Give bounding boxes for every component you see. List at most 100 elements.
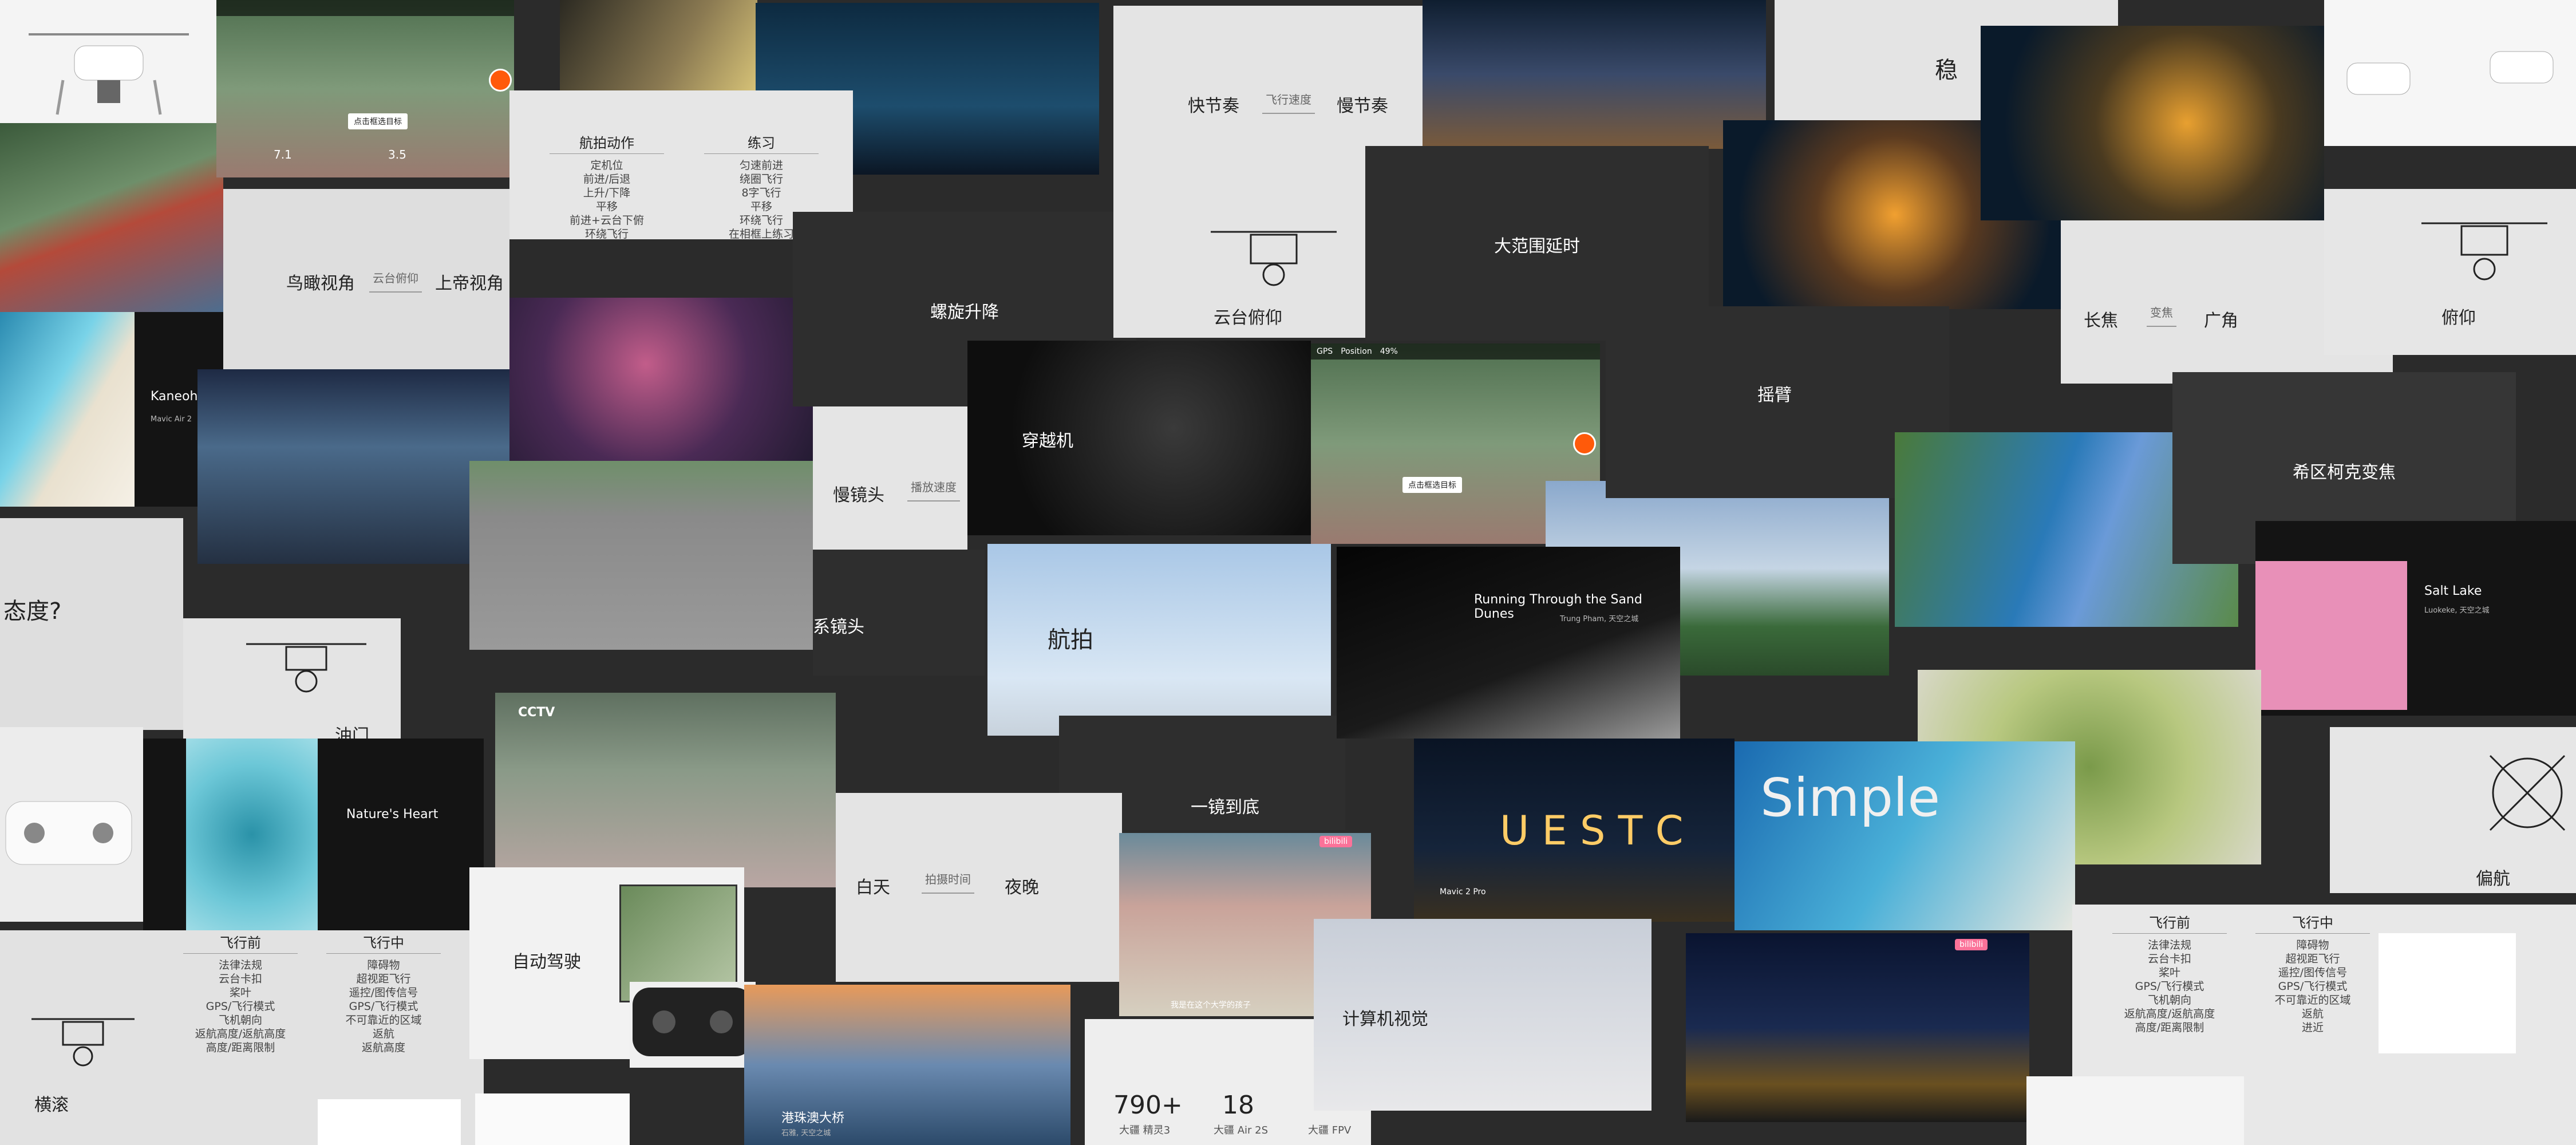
- action-item: 定机位: [590, 159, 623, 172]
- hzmb-title: 港珠澳大桥: [781, 1111, 845, 1126]
- practice-item: 匀速前进: [739, 159, 783, 172]
- inflight-item: 障碍物: [367, 959, 400, 972]
- inflight-item: 返航: [372, 1028, 394, 1040]
- record-button-2[interactable]: [1573, 432, 1596, 455]
- remote-controller-icon: [633, 988, 753, 1056]
- one-take-label: 一镜到底: [1191, 797, 1259, 818]
- salt-lake-subtitle: Luokeke, 天空之城: [2424, 606, 2490, 615]
- yaw-card: 偏航: [2330, 727, 2576, 893]
- tilt-label: 俯仰: [2441, 308, 2476, 328]
- track-target-button-2[interactable]: 点击框选目标: [1402, 477, 1462, 493]
- preflight2-item: GPS/飞行模式: [2135, 980, 2204, 993]
- inflight2-item: 超视距飞行: [2285, 953, 2340, 965]
- tilt-card: 俯仰: [2324, 189, 2576, 355]
- night-label: 夜晚: [1005, 878, 1039, 898]
- roll-drone-icon: [29, 1005, 137, 1073]
- actions-title: 航拍动作: [550, 136, 664, 154]
- preflight-item: GPS/飞行模式: [206, 1000, 275, 1013]
- gimbal-tilt-label: 云台俯仰: [1214, 308, 1282, 328]
- hzmb-bridge-photo: 港珠澳大桥 石雅, 天空之城: [744, 985, 1070, 1145]
- yaw-label: 偏航: [2476, 869, 2510, 889]
- bird-view-card: 鸟瞰视角 云台俯仰 上帝视角: [223, 189, 509, 378]
- gimbal-tilt-card: 云台俯仰: [1113, 206, 1371, 338]
- inflight2-item: 进近: [2301, 1021, 2324, 1034]
- hud-h-value: 7.1: [274, 148, 292, 161]
- practice-item: 8字飞行: [741, 187, 781, 199]
- action-item: 上升/下降: [583, 187, 631, 199]
- action-item: 前进/后退: [583, 173, 631, 185]
- cctv-park-video: CCTV: [495, 693, 836, 887]
- preflight-list-2: 飞行前 法律法规 云台卡扣 桨叶 GPS/飞行模式 飞机朝向 返航高度/返航高度…: [2112, 916, 2227, 1035]
- preflight2-title: 飞行前: [2112, 916, 2227, 934]
- stat1-number: 790+: [1113, 1091, 1183, 1120]
- controller-photo: [0, 727, 143, 922]
- attitude-text: 态度?: [3, 598, 62, 625]
- record-button[interactable]: [489, 69, 512, 92]
- slow-tempo-label: 慢节奏: [1337, 96, 1388, 116]
- tilt-small-label: 云台俯仰: [369, 269, 422, 293]
- inflight2-item: 返航: [2301, 1008, 2324, 1020]
- slow-cam-label: 慢镜头: [833, 485, 884, 506]
- inflight2-item: 不可靠近的区域: [2274, 994, 2351, 1006]
- natures-heart-title: Nature's Heart: [346, 807, 438, 822]
- aerial-card: 航拍: [987, 544, 1331, 736]
- hitchcock-label: 希区柯克变焦: [2293, 463, 2396, 483]
- inflight-item: 不可靠近的区域: [345, 1014, 422, 1026]
- app-hud-screenshot-1: 点击框选目标 7.1 3.5: [216, 0, 514, 177]
- cv-card: 计算机视觉: [1314, 919, 1652, 1111]
- preflight-item: 飞机朝向: [218, 1014, 262, 1026]
- fpv-label: 穿越机: [1022, 431, 1073, 451]
- shoot-time-label: 拍摄时间: [922, 870, 974, 894]
- stat1-label: 大疆 精灵3: [1119, 1124, 1171, 1136]
- hud-battery: 49%: [1380, 347, 1398, 356]
- playback-speed-label: 播放速度: [907, 478, 960, 502]
- preflight-item: 云台卡扣: [218, 973, 262, 985]
- bird-view-label: 鸟瞰视角: [286, 274, 355, 294]
- cv-label: 计算机视觉: [1342, 1009, 1428, 1029]
- crane-label: 摇臂: [1757, 385, 1792, 405]
- inflight-item: 超视距飞行: [356, 973, 411, 985]
- throttle-drone-icon: [240, 635, 372, 698]
- action-item: 环绕飞行: [584, 228, 629, 239]
- action-item: 平移: [595, 200, 618, 213]
- track-target-button[interactable]: 点击框选目标: [348, 113, 408, 129]
- preflight-item: 返航高度/返航高度: [195, 1028, 286, 1040]
- inflight2-item: 障碍物: [2296, 939, 2329, 951]
- preflight-list: 飞行前 法律法规 云台卡扣 桨叶 GPS/飞行模式 飞机朝向 返航高度/返航高度…: [183, 936, 298, 1055]
- tilt-drone-icon: [2416, 212, 2553, 286]
- city-skyline-night-photo: [1423, 0, 1766, 149]
- preflight2-item: 飞机朝向: [2147, 994, 2191, 1006]
- city-night-photo: [197, 369, 512, 564]
- remote-controller-icon: [5, 801, 132, 865]
- beach-aerial-photo: [0, 312, 135, 507]
- natures-heart-photo: [186, 739, 318, 930]
- action-item: 前进+云台下俯: [570, 214, 644, 227]
- race-car-photo: [469, 461, 813, 650]
- city-aerial-lights-photo-2: [1981, 26, 2324, 220]
- inflight-item: GPS/飞行模式: [349, 1000, 418, 1013]
- stable-label: 稳: [1935, 57, 1958, 84]
- preflight2-item: 高度/距离限制: [2135, 1021, 2204, 1034]
- hud-h-readout: 7.1: [274, 148, 292, 161]
- hud-d-value: 3.5: [388, 148, 406, 161]
- preflight-title: 飞行前: [183, 936, 298, 954]
- fast-tempo-label: 快节奏: [1188, 96, 1239, 116]
- hud-position: Position: [1341, 347, 1372, 356]
- stadium-aerial-photo: [0, 123, 223, 312]
- actions-list: 航拍动作 定机位 前进/后退 上升/下降 平移 前进+云台下俯 环绕飞行: [550, 136, 664, 239]
- fpv-card: 穿越机: [967, 341, 1311, 535]
- inflight2-item: 遥控/图传信号: [2278, 966, 2348, 979]
- hud-bar: [216, 0, 514, 16]
- practice-title: 练习: [704, 136, 819, 154]
- lens-sys-label: 系镜头: [813, 617, 864, 637]
- simple-beach-photo: Simple: [1735, 741, 2075, 930]
- inflight-list: 飞行中 障碍物 超视距飞行 遥控/图传信号 GPS/飞行模式 不可靠近的区域 返…: [326, 936, 441, 1055]
- phantom-drone-icon: [2346, 51, 2554, 95]
- drone-product-photo-bottom: [2026, 1076, 2244, 1145]
- city-night-panorama-photo: bilibili: [1686, 933, 2029, 1122]
- aerial-label: 航拍: [1048, 627, 1093, 653]
- bilibili-badge: bilibili: [1319, 836, 1353, 847]
- salt-lake-photo: [2255, 561, 2407, 710]
- zoom-label: 变焦: [2147, 303, 2176, 327]
- drones-product-photo: [2324, 0, 2576, 146]
